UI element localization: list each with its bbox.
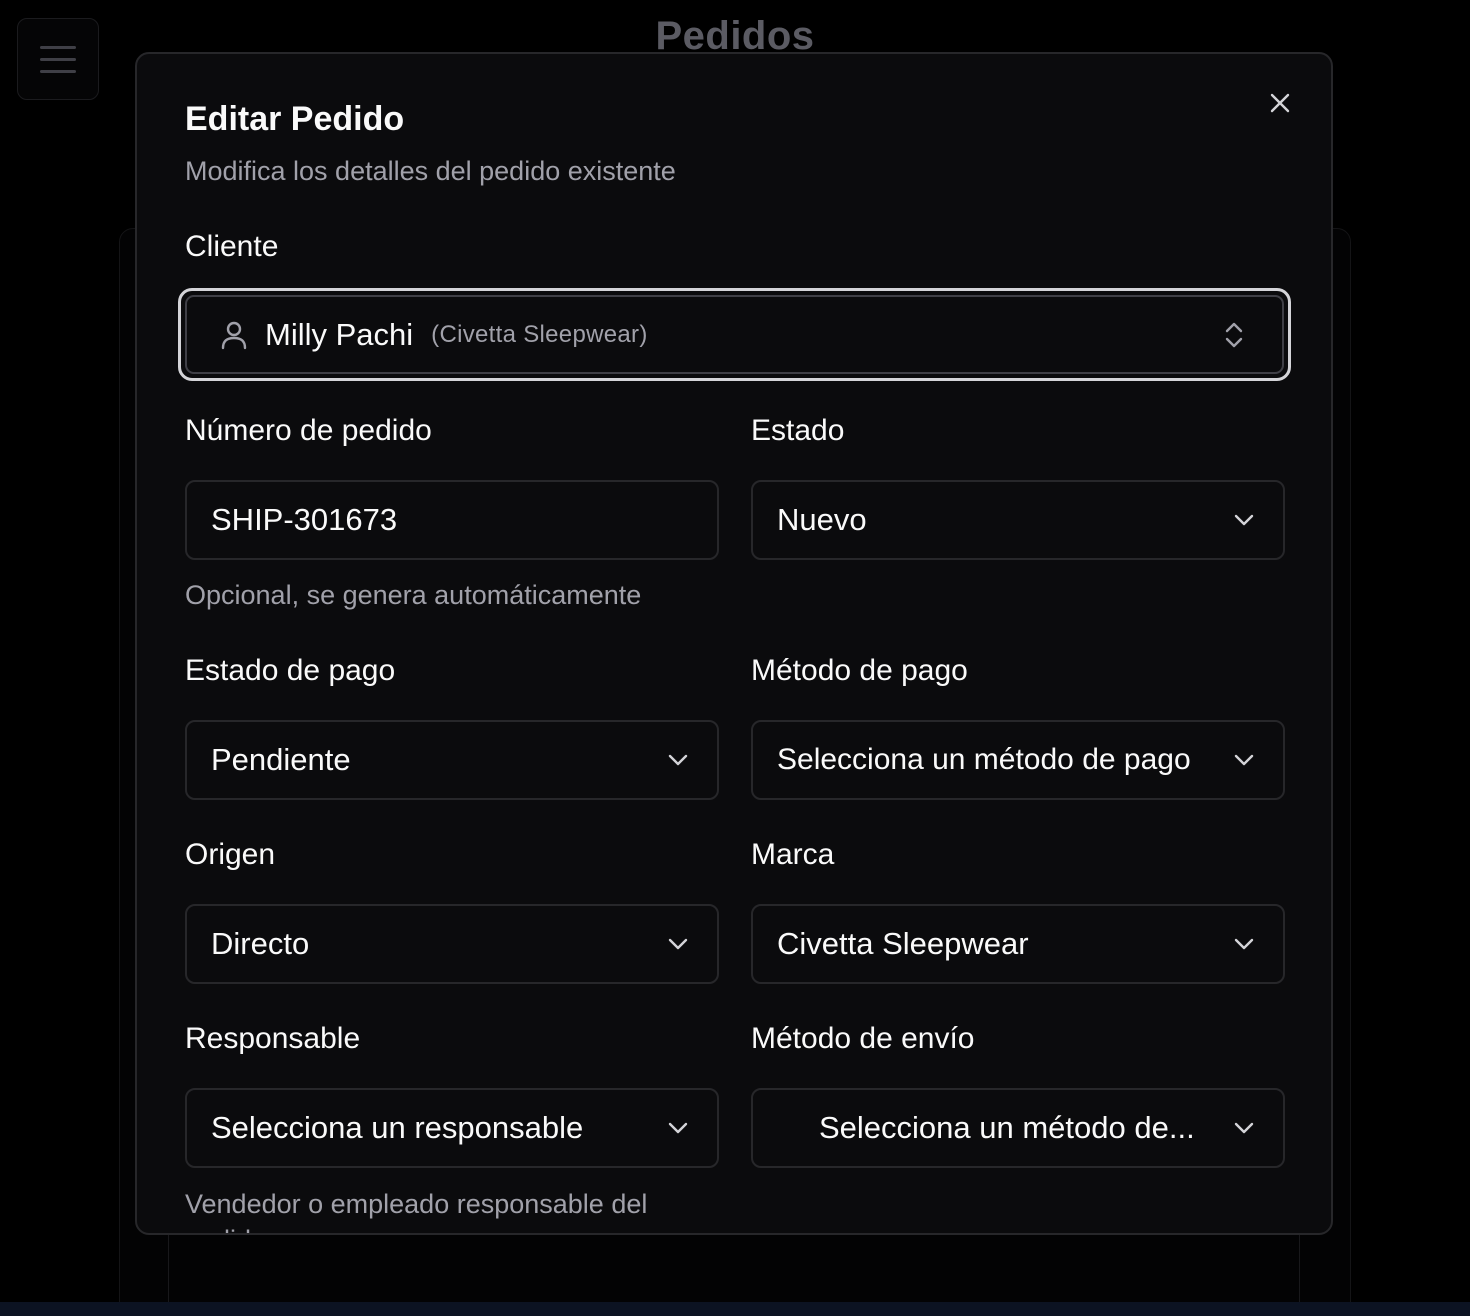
- origen-label: Origen: [185, 838, 276, 871]
- edit-order-dialog: Editar Pedido Modifica los detalles del …: [135, 52, 1333, 1235]
- cliente-label: Cliente: [185, 230, 279, 263]
- metodo-envio-value: Selecciona un método de...: [819, 1110, 1195, 1145]
- estado-label: Estado: [751, 414, 845, 447]
- estado-select[interactable]: Nuevo: [751, 480, 1285, 560]
- user-icon: [221, 321, 247, 349]
- metodo-envio-label: Método de envío: [751, 1022, 975, 1055]
- responsable-hint: Vendedor o empleado responsable del pedi…: [185, 1189, 648, 1233]
- close-button[interactable]: [1265, 88, 1295, 118]
- metodo-envio-select[interactable]: Selecciona un método de...: [751, 1088, 1285, 1168]
- metodo-pago-label: Método de pago: [751, 654, 968, 687]
- order-number-value: SHIP-301673: [211, 502, 398, 537]
- numero-pedido-label: Número de pedido: [185, 414, 432, 447]
- hamburger-icon-line: [40, 69, 76, 73]
- metodo-pago-value: Selecciona un método de pago: [777, 743, 1191, 776]
- client-select[interactable]: Milly Pachi (Civetta Sleepwear): [178, 288, 1291, 381]
- estado-value: Nuevo: [777, 502, 867, 537]
- chevron-down-icon: [668, 754, 688, 766]
- chevron-down-icon: [1234, 1122, 1254, 1134]
- bottom-strip: [0, 1302, 1470, 1316]
- estado-pago-label: Estado de pago: [185, 654, 396, 687]
- order-number-hint: Opcional, se genera automáticamente: [185, 580, 642, 610]
- metodo-pago-select[interactable]: Selecciona un método de pago: [751, 720, 1285, 800]
- chevron-down-icon: [1234, 938, 1254, 950]
- estado-pago-select[interactable]: Pendiente: [185, 720, 719, 800]
- order-number-input[interactable]: SHIP-301673: [185, 480, 719, 560]
- marca-value: Civetta Sleepwear: [777, 926, 1029, 961]
- close-icon: [1270, 93, 1290, 113]
- chevron-down-icon: [668, 1122, 688, 1134]
- responsable-label: Responsable: [185, 1022, 361, 1055]
- dialog-description: Modifica los detalles del pedido existen…: [185, 156, 676, 186]
- marca-label: Marca: [751, 838, 835, 871]
- chevron-down-icon: [1234, 514, 1254, 526]
- client-name: Milly Pachi: [265, 316, 414, 352]
- client-select-inner[interactable]: Milly Pachi (Civetta Sleepwear): [185, 295, 1284, 374]
- responsable-select[interactable]: Selecciona un responsable: [185, 1088, 719, 1168]
- page: Pedidos Editar Pedido Modifica los detal…: [0, 0, 1470, 1316]
- origen-value: Directo: [211, 926, 310, 961]
- responsable-value: Selecciona un responsable: [211, 1110, 584, 1145]
- dialog-title: Editar Pedido: [185, 100, 405, 138]
- chevron-down-icon: [1234, 754, 1254, 766]
- chevron-down-icon: [668, 938, 688, 950]
- marca-select[interactable]: Civetta Sleepwear: [751, 904, 1285, 984]
- origen-select[interactable]: Directo: [185, 904, 719, 984]
- client-brand: (Civetta Sleepwear): [431, 320, 648, 348]
- chevrons-up-down-icon: [1225, 322, 1243, 347]
- estado-pago-value: Pendiente: [211, 742, 351, 777]
